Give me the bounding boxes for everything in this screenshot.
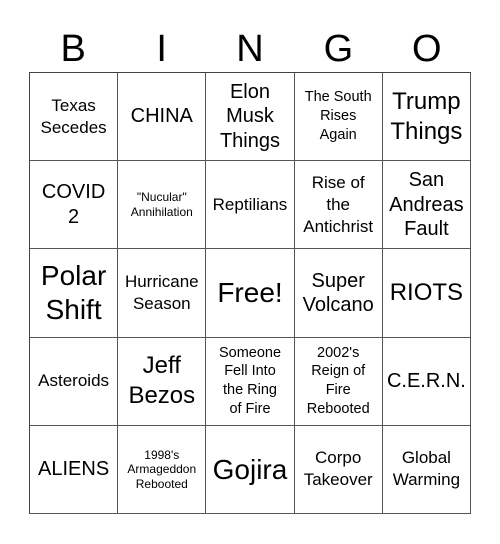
bingo-cell[interactable]: Someone Fell Into the Ring of Fire	[206, 337, 295, 426]
bingo-cell[interactable]: 2002's Reign of Fire Rebooted	[294, 337, 383, 426]
bingo-cell[interactable]: San Andreas Fault	[382, 161, 471, 250]
bingo-cell[interactable]: Gojira	[206, 425, 295, 514]
bingo-cell[interactable]: Reptilians	[206, 161, 295, 250]
bingo-cell[interactable]: Corpo Takeover	[294, 425, 383, 514]
bingo-cell[interactable]: 1998's Armageddon Rebooted	[118, 425, 207, 514]
bingo-cell[interactable]: Texas Secedes	[30, 73, 119, 162]
header-letter-i: I	[156, 28, 167, 70]
header-letter-b: B	[60, 28, 86, 70]
header-letter-o: O	[412, 28, 442, 70]
bingo-cell[interactable]: Super Volcano	[294, 249, 383, 338]
bingo-cell[interactable]: COVID 2	[30, 161, 119, 250]
bingo-cell[interactable]: "Nucular" Annihilation	[118, 161, 207, 250]
bingo-cell[interactable]: Jeff Bezos	[118, 337, 207, 426]
bingo-cell[interactable]: Elon Musk Things	[206, 73, 295, 162]
bingo-cell[interactable]: The South Rises Again	[294, 73, 383, 162]
bingo-cell[interactable]: ALIENS	[30, 425, 119, 514]
bingo-cell[interactable]: Hurricane Season	[118, 249, 207, 338]
bingo-cell[interactable]: Global Warming	[382, 425, 471, 514]
bingo-cell[interactable]: RIOTS	[382, 249, 471, 338]
header-letter-n: N	[236, 28, 264, 70]
bingo-cell[interactable]: C.E.R.N.	[382, 337, 471, 426]
bingo-grid: Texas Secedes CHINA Elon Musk Things The…	[29, 72, 471, 514]
free-space-cell[interactable]: Free!	[206, 249, 295, 338]
bingo-cell[interactable]: Rise of the Antichrist	[294, 161, 383, 250]
bingo-cell[interactable]: CHINA	[118, 73, 207, 162]
bingo-cell[interactable]: Trump Things	[382, 73, 471, 162]
bingo-cell[interactable]: Asteroids	[30, 337, 119, 426]
header-letter-g: G	[323, 28, 354, 70]
bingo-cell[interactable]: Polar Shift	[30, 249, 119, 338]
bingo-header: B I N G O	[29, 26, 471, 72]
